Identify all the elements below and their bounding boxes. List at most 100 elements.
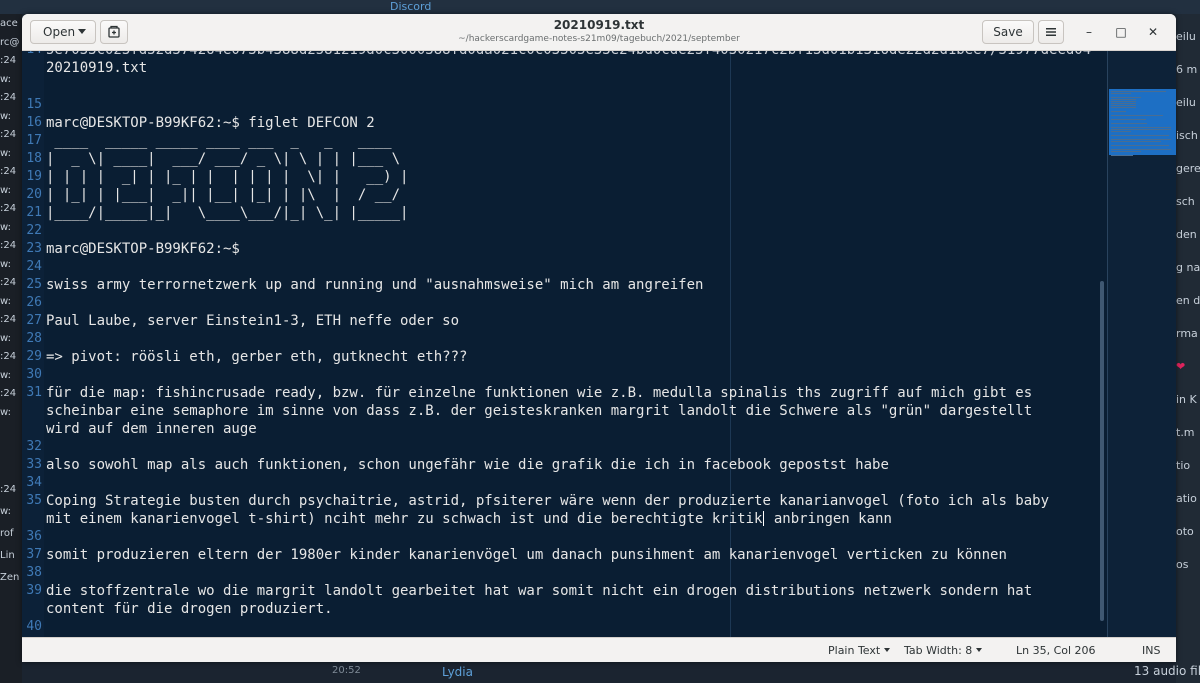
new-document-icon	[108, 25, 120, 38]
new-document-button[interactable]	[100, 20, 128, 44]
minimize-button[interactable]: –	[1076, 20, 1102, 44]
background-terminal-text: rc@	[0, 36, 20, 48]
background-terminal-text: w:	[0, 295, 12, 307]
background-chat-text: os	[1176, 558, 1189, 571]
partial-top-line: 5e7033c023fd32d374264e073b4388d2581219d0…	[46, 51, 1091, 59]
menu-button[interactable]	[1038, 20, 1064, 44]
line-number: 17	[26, 132, 42, 148]
text-editor-area[interactable]: 14 5e7033c023fd32d374264e073b4388d258121…	[22, 51, 1107, 637]
minimap-line	[1111, 99, 1136, 100]
background-window-title: Discord	[390, 0, 432, 13]
editor-line: Coping Strategie busten durch psychaitri…	[46, 492, 1050, 509]
background-chat-text: atio	[1176, 492, 1197, 505]
minimap-line	[1111, 107, 1136, 108]
editor-line: also sowohl map als auch funktionen, sch…	[46, 456, 889, 473]
background-terminal-text: w:	[0, 506, 12, 517]
cursor-position[interactable]: Ln 35, Col 206	[1016, 644, 1096, 657]
editor-line: => pivot: röösli eth, gerber eth, gutkne…	[46, 348, 468, 365]
editor-line: somit produzieren eltern der 1980er kind…	[46, 546, 1007, 563]
background-terminal-text: Lin	[0, 550, 15, 561]
background-terminal-text: ace	[0, 18, 18, 29]
status-bar: Plain Text Tab Width: 8 Ln 35, Col 206 I…	[22, 637, 1176, 662]
minimap-line	[1111, 149, 1171, 150]
line-number: 23	[26, 240, 42, 256]
background-chat-text: g na	[1176, 261, 1200, 274]
line-number: 31	[26, 384, 42, 400]
background-terminal-text: :24	[0, 277, 17, 288]
background-chat-text: den	[1176, 228, 1197, 241]
background-terminal-text: :24	[0, 388, 17, 399]
background-chat-window: eilu 6 m eilu isch gere sch den g na en d rma ❤ in …	[1176, 14, 1200, 683]
close-button[interactable]: ✕	[1140, 20, 1166, 44]
editor-line: mit einem kanarienvogel t-shirt) nciht m…	[46, 510, 892, 527]
open-button[interactable]: Open	[30, 20, 96, 44]
line-number: 34	[26, 474, 42, 490]
save-button[interactable]: Save	[982, 20, 1034, 44]
line-number: 19	[26, 168, 42, 184]
minimap-line	[1111, 151, 1141, 152]
line-number: 40	[26, 618, 42, 634]
editor-line: marc@DESKTOP-B99KF62:~$	[46, 240, 240, 257]
close-icon: ✕	[1147, 25, 1159, 39]
background-terminal-text: :24	[0, 129, 17, 140]
minimap-line	[1111, 103, 1136, 104]
hamburger-menu-icon	[1046, 28, 1056, 36]
minimap-line	[1111, 135, 1169, 136]
language-selector[interactable]: Plain Text	[828, 644, 891, 657]
background-chat-text: rma	[1176, 327, 1198, 340]
background-terminal-text: w:	[0, 221, 12, 233]
editor-line: marc@DESKTOP-B99KF62:~$ figlet DEFCON 2	[46, 114, 375, 131]
background-chat-text: en d	[1176, 294, 1200, 307]
editor-line: | | | | _| | |_ | | | | | | \| | __) |	[46, 168, 409, 185]
editor-line: scheinbar eine semaphore im sinne von da…	[46, 402, 1033, 419]
background-terminal-text: Zen	[0, 572, 20, 583]
background-chat-text: isch	[1176, 129, 1198, 142]
window-subtitle-path: ~/hackerscardgame-notes-s21m09/tagebuch/…	[458, 34, 740, 44]
minimap-line	[1111, 97, 1141, 98]
window-title: 20210919.txt	[553, 18, 645, 32]
background-bottom-strip: 20:52 Lydia 13 audio fil	[22, 662, 1200, 683]
line-number: 20	[26, 186, 42, 202]
minimap-line	[1111, 129, 1171, 130]
background-terminal-text: :24	[0, 203, 17, 214]
background-terminal-text: w:	[0, 369, 12, 381]
line-number: 14	[22, 51, 42, 59]
editor-line: ____ _____ _____ ____ ___ _ _ ____	[46, 132, 409, 149]
background-chat-text: oto	[1176, 525, 1194, 538]
document-minimap[interactable]	[1107, 51, 1176, 637]
line-number: 35	[26, 492, 42, 508]
text-cursor	[763, 510, 765, 526]
insert-mode[interactable]: INS	[1142, 644, 1160, 657]
vertical-scrollbar[interactable]	[1100, 281, 1104, 621]
open-button-label: Open	[43, 25, 76, 39]
language-label: Plain Text	[828, 644, 881, 657]
background-terminal-text: w:	[0, 110, 12, 122]
minimap-line	[1111, 115, 1163, 116]
background-terminal-text: w:	[0, 184, 12, 196]
line-number: 28	[26, 330, 42, 346]
line-number: 33	[26, 456, 42, 472]
editor-line: Paul Laube, server Einstein1-3, ETH neff…	[46, 312, 460, 329]
maximize-button[interactable]: □	[1108, 20, 1134, 44]
gedit-window: Open 20210919.txt ~/hackerscardgame-note…	[22, 14, 1176, 662]
background-terminal-text: w:	[0, 147, 12, 159]
minimize-icon: –	[1086, 25, 1092, 39]
background-chat-text: t.m	[1176, 426, 1195, 439]
minimap-line	[1111, 111, 1126, 112]
line-number: 25	[26, 276, 42, 292]
line-number: 22	[26, 222, 42, 238]
background-terminal-text: :24	[0, 484, 17, 495]
line-number: 16	[26, 114, 42, 130]
background-chat-text: ❤	[1176, 360, 1186, 373]
background-terminal-text: :24	[0, 92, 17, 103]
background-terminal-text: :24	[0, 351, 17, 362]
minimap-line	[1111, 123, 1147, 124]
tab-width-selector[interactable]: Tab Width: 8	[904, 644, 983, 657]
background-chat-text: gere	[1176, 162, 1200, 175]
background-top-strip: Discord	[0, 0, 1200, 14]
line-number: 36	[26, 528, 42, 544]
line-number: 21	[26, 204, 42, 220]
background-chat-text: eilu	[1176, 30, 1196, 43]
line-number: 37	[26, 546, 42, 562]
background-terminal-text: w:	[0, 73, 12, 85]
